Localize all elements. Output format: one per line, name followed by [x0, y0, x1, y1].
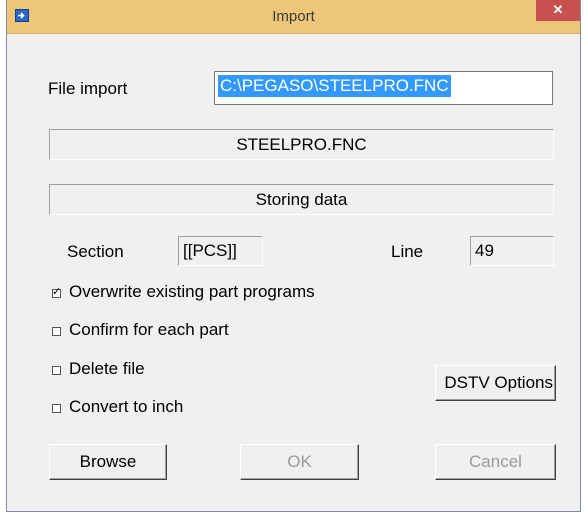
browse-button[interactable]: Browse — [49, 444, 167, 480]
checkmark-icon: ✓ — [52, 286, 62, 298]
ok-button[interactable]: OK — [240, 444, 359, 480]
title-bar[interactable]: Import ✕ — [7, 0, 580, 34]
file-name-panel: STEELPRO.FNC — [49, 129, 554, 160]
file-import-label: File import — [48, 79, 128, 98]
status-panel: Storing data — [49, 184, 554, 215]
section-label: Section — [67, 242, 124, 261]
window-title: Import — [272, 8, 315, 25]
delete-file-checkbox[interactable] — [52, 366, 61, 375]
file-import-input[interactable]: C:\PEGASO\STEELPRO.FNC — [214, 71, 553, 105]
confirm-each-part-checkbox[interactable] — [52, 327, 61, 336]
file-import-value: C:\PEGASO\STEELPRO.FNC — [218, 75, 451, 97]
convert-inch-label[interactable]: Convert to inch — [69, 397, 183, 417]
section-field: [[PCS]] — [178, 236, 263, 266]
delete-file-label[interactable]: Delete file — [69, 359, 145, 379]
dstv-options-button[interactable]: DSTV Options — [435, 365, 556, 401]
line-field: 49 — [470, 236, 554, 266]
overwrite-checkbox[interactable]: ✓ — [52, 286, 61, 298]
confirm-each-part-label[interactable]: Confirm for each part — [69, 320, 229, 340]
import-dialog: Import ✕ File import C:\PEGASO\STEELPRO.… — [6, 0, 581, 512]
line-label: Line — [391, 242, 424, 261]
overwrite-label[interactable]: Overwrite existing part programs — [69, 282, 315, 302]
cancel-button[interactable]: Cancel — [435, 444, 556, 480]
convert-inch-checkbox[interactable] — [52, 404, 61, 413]
close-icon[interactable]: ✕ — [536, 0, 580, 21]
